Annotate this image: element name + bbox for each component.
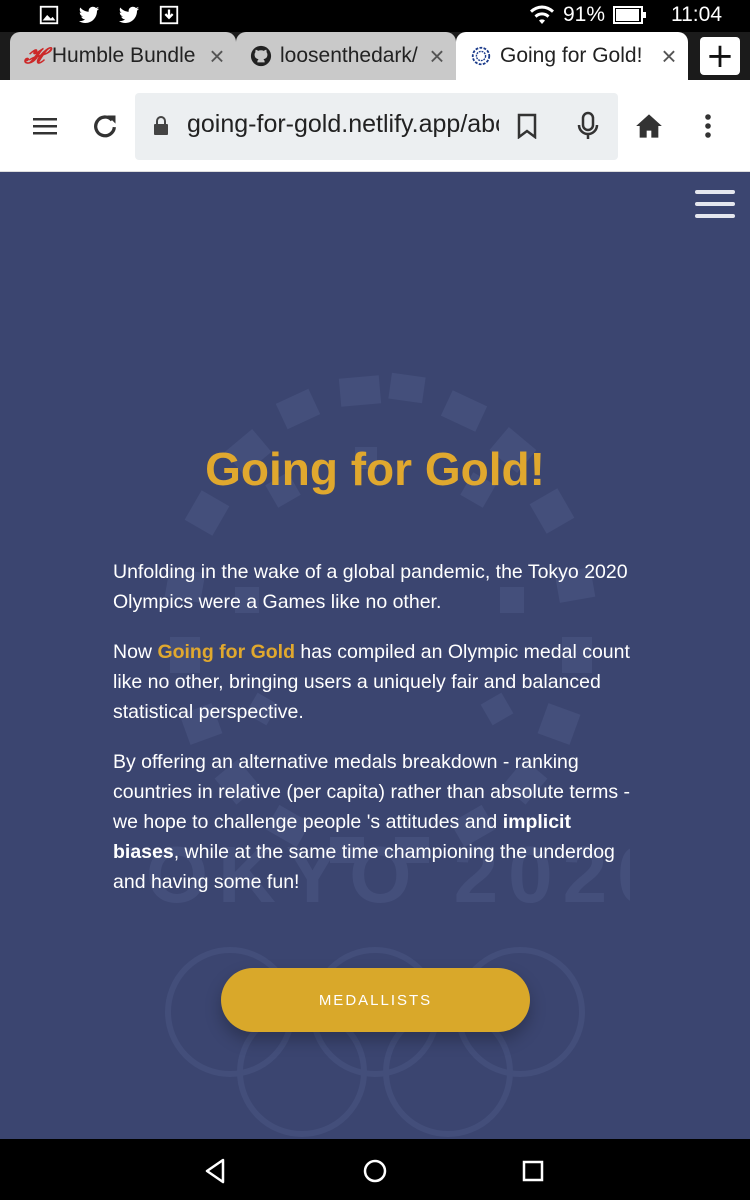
gallery-icon xyxy=(39,5,59,25)
browser-toolbar: going-for-gold.netlify.app/about xyxy=(0,80,750,172)
reload-icon xyxy=(94,115,116,138)
status-bar: 91% 11:04 xyxy=(0,0,750,32)
address-bar[interactable]: going-for-gold.netlify.app/about xyxy=(135,93,618,160)
humble-icon: 𝓗 xyxy=(24,43,44,69)
tab-title: Going for Gold! xyxy=(500,44,643,67)
text-span: Now xyxy=(113,641,158,663)
tab-going-for-gold[interactable]: Going for Gold! × xyxy=(456,32,688,80)
reload-button[interactable] xyxy=(85,106,125,146)
more-vertical-icon xyxy=(705,114,711,138)
home-nav-icon[interactable] xyxy=(358,1154,392,1188)
recents-icon[interactable] xyxy=(516,1154,550,1188)
menu-icon xyxy=(33,118,57,135)
notification-icons xyxy=(38,4,180,26)
clock: 11:04 xyxy=(671,3,722,26)
tab-humble-bundle[interactable]: 𝓗 Humble Bundle × xyxy=(10,32,236,80)
home-icon xyxy=(636,114,662,138)
text-span: , while at the same time championing the… xyxy=(113,841,615,893)
olympic-icon xyxy=(471,46,491,66)
menu-button[interactable] xyxy=(25,106,65,146)
home-button[interactable] xyxy=(629,106,669,146)
battery-icon xyxy=(613,6,646,24)
wifi-icon xyxy=(529,5,554,24)
hamburger-line xyxy=(695,214,735,218)
overflow-menu-button[interactable] xyxy=(688,106,728,146)
url-text[interactable]: going-for-gold.netlify.app/about xyxy=(187,110,499,139)
bookmark-icon[interactable] xyxy=(517,113,537,139)
page-title: Going for Gold! xyxy=(205,443,545,495)
olympic-rings-watermark xyxy=(165,947,585,1137)
medallists-button[interactable]: MEDALLISTS xyxy=(221,968,530,1032)
close-tab-icon[interactable]: × xyxy=(206,43,228,69)
back-icon[interactable] xyxy=(199,1154,233,1188)
system-nav-bar xyxy=(0,1139,750,1200)
description-paragraph: Now Going for Gold has compiled an Olymp… xyxy=(113,637,638,727)
close-tab-icon[interactable]: × xyxy=(426,43,448,69)
twitter-icon xyxy=(118,6,140,23)
system-status: 91% 11:04 xyxy=(529,3,722,27)
microphone-icon[interactable] xyxy=(577,111,599,141)
intro-paragraph: Unfolding in the wake of a global pandem… xyxy=(113,561,628,613)
twitter-icon xyxy=(78,6,100,23)
mission-paragraph: By offering an alternative medals breakd… xyxy=(113,747,638,897)
tab-github[interactable]: loosenthedark/ × xyxy=(236,32,456,80)
tab-title: loosenthedark/ xyxy=(280,44,418,67)
close-tab-icon[interactable]: × xyxy=(658,43,680,69)
page-content: TOKYO 2020 Going for Gold! Unfolding in … xyxy=(0,172,750,1139)
lock-icon xyxy=(154,116,168,135)
tab-strip: 𝓗 Humble Bundle × loosenthedark/ × Going… xyxy=(0,32,750,80)
download-icon xyxy=(159,5,179,25)
hamburger-line xyxy=(695,190,735,194)
github-icon xyxy=(250,45,272,67)
hamburger-line xyxy=(695,202,735,206)
about-text: Unfolding in the wake of a global pandem… xyxy=(113,557,638,917)
tab-title: Humble Bundle xyxy=(51,44,196,67)
new-tab-button[interactable]: + xyxy=(700,36,740,76)
brand-name: Going for Gold xyxy=(157,641,295,663)
battery-percent: 91% xyxy=(562,3,605,26)
site-menu-button[interactable] xyxy=(695,190,735,224)
